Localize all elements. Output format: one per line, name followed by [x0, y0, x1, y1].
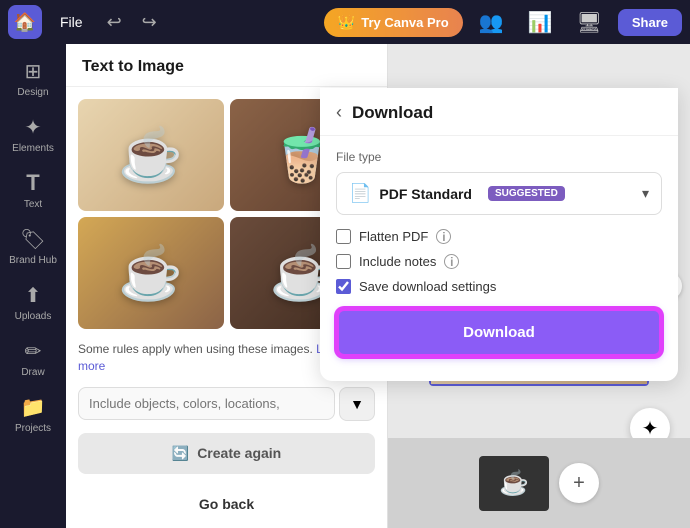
main-layout: ⊞ Design ✦ Elements T Text 🏷 Brand Hub ⬆…: [0, 44, 690, 528]
chevron-down-icon: ▾: [642, 185, 649, 202]
sidebar-item-brandhub[interactable]: 🏷 Brand Hub: [5, 220, 61, 272]
sidebar-item-text[interactable]: T Text: [5, 164, 61, 216]
sidebar: ⊞ Design ✦ Elements T Text 🏷 Brand Hub ⬆…: [0, 44, 66, 528]
magic-icon: ✦: [642, 416, 659, 441]
sidebar-label-elements: Elements: [12, 143, 54, 154]
suggested-badge: SUGGESTED: [488, 186, 565, 201]
flatten-pdf-label: Flatten PDF: [359, 229, 428, 244]
sidebar-label-text: Text: [24, 199, 42, 210]
go-back-button[interactable]: Go back: [78, 486, 375, 522]
coffee-icon-1: ☕: [118, 125, 183, 186]
sidebar-label-uploads: Uploads: [15, 311, 52, 322]
file-type-select[interactable]: 📄 PDF Standard SUGGESTED ▾: [336, 172, 662, 215]
include-notes-checkbox[interactable]: [336, 254, 351, 269]
tti-image-1[interactable]: ☕: [78, 99, 224, 211]
plus-icon: +: [573, 472, 585, 495]
flatten-pdf-checkbox[interactable]: [336, 229, 351, 244]
sidebar-item-design[interactable]: ⊞ Design: [5, 52, 61, 104]
tti-title: Text to Image: [66, 44, 387, 87]
sidebar-item-projects[interactable]: 📁 Projects: [5, 388, 61, 440]
flatten-pdf-row: Flatten PDF i: [336, 229, 662, 244]
bottom-strip: ☕ +: [388, 438, 690, 528]
save-settings-checkbox[interactable]: [336, 279, 351, 294]
elements-icon: ✦: [25, 115, 42, 140]
coffee-icon-3: ☕: [118, 243, 183, 304]
download-button[interactable]: Download: [336, 308, 662, 357]
download-body: File type 📄 PDF Standard SUGGESTED ▾ Fla…: [320, 136, 678, 365]
create-again-label: Create again: [197, 445, 281, 461]
brandhub-icon: 🏷: [20, 227, 45, 252]
crown-icon: 👑: [338, 14, 355, 31]
sidebar-label-projects: Projects: [15, 423, 51, 434]
share-button[interactable]: Share: [618, 9, 682, 36]
file-type-name: PDF Standard: [379, 186, 472, 202]
design-icon: ⊞: [25, 59, 42, 84]
undo-button[interactable]: ↩: [101, 8, 128, 37]
save-settings-label: Save download settings: [359, 279, 496, 294]
topbar: 🏠 File ↩ ↪ 👑 Try Canva Pro 👥 📊 🖥 Share: [0, 0, 690, 44]
notes-info-icon[interactable]: i: [444, 254, 459, 269]
download-panel-header: ‹ Download: [320, 88, 678, 136]
page-thumbnail[interactable]: ☕: [479, 456, 549, 511]
redo-button[interactable]: ↪: [136, 8, 163, 37]
present-icon[interactable]: 🖥: [568, 6, 609, 39]
sidebar-item-elements[interactable]: ✦ Elements: [5, 108, 61, 160]
people-icon[interactable]: 👥: [471, 6, 512, 39]
file-type-label: File type: [336, 150, 662, 164]
uploads-icon: ⬆: [25, 283, 42, 308]
sidebar-item-uploads[interactable]: ⬆ Uploads: [5, 276, 61, 328]
download-panel: ‹ Download File type 📄 PDF Standard SUGG…: [320, 88, 678, 381]
draw-icon: ✏: [25, 339, 42, 364]
include-notes-label: Include notes: [359, 254, 436, 269]
tti-dropdown-btn[interactable]: ▼: [339, 387, 375, 421]
text-icon: T: [26, 170, 39, 196]
home-button[interactable]: 🏠: [8, 5, 42, 39]
tti-prompt-input[interactable]: [78, 387, 335, 420]
tti-image-3[interactable]: ☕: [78, 217, 224, 329]
include-notes-row: Include notes i: [336, 254, 662, 269]
home-icon: 🏠: [14, 12, 36, 33]
try-pro-button[interactable]: 👑 Try Canva Pro: [324, 8, 463, 37]
projects-icon: 📁: [21, 395, 46, 420]
download-title: Download: [352, 103, 433, 123]
file-type-left: 📄 PDF Standard SUGGESTED: [349, 183, 565, 204]
pdf-icon: 📄: [349, 183, 371, 204]
sidebar-label-brandhub: Brand Hub: [9, 255, 57, 266]
add-page-button[interactable]: +: [559, 463, 599, 503]
refresh-icon: 🔄: [172, 445, 189, 462]
save-settings-row: Save download settings: [336, 279, 662, 294]
create-again-button[interactable]: 🔄 Create again: [78, 433, 375, 474]
pro-label: Try Canva Pro: [361, 15, 448, 30]
download-back-button[interactable]: ‹: [336, 102, 342, 123]
analytics-icon[interactable]: 📊: [520, 6, 561, 39]
sidebar-item-draw[interactable]: ✏ Draw: [5, 332, 61, 384]
sidebar-label-design: Design: [17, 87, 48, 98]
tti-input-row: ▼: [78, 387, 375, 421]
sidebar-label-draw: Draw: [21, 367, 44, 378]
flatten-info-icon[interactable]: i: [436, 229, 451, 244]
file-menu[interactable]: File: [50, 10, 93, 34]
